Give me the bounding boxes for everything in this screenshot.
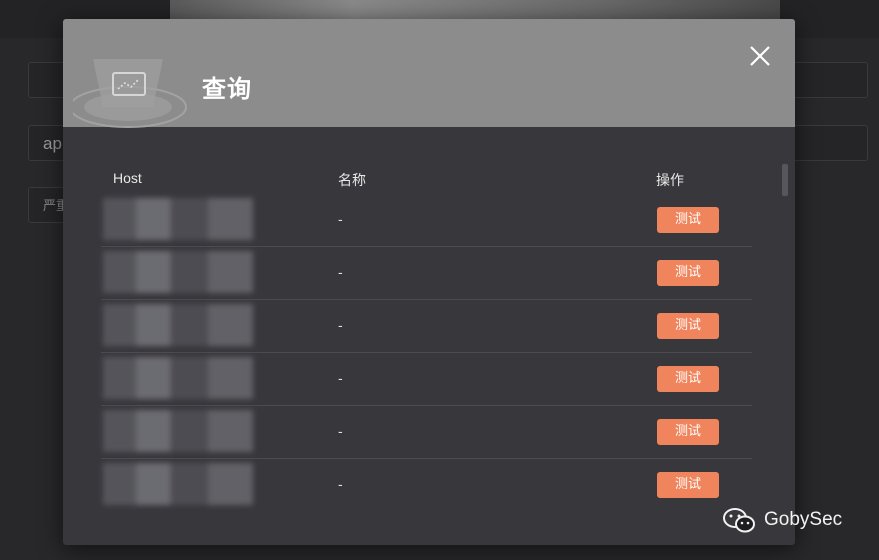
- redacted-mask: [103, 251, 253, 293]
- watermark: GobySec: [722, 505, 842, 535]
- redacted-mask: [103, 357, 253, 399]
- chart-monitor-icon: [73, 59, 187, 128]
- name-cell: -: [338, 264, 343, 280]
- test-button[interactable]: 测试: [657, 260, 719, 286]
- name-cell: -: [338, 317, 343, 333]
- query-modal: 查询 Host 名称 操作 - 测试 - 测试 - 测试 - 测试 - 测试 -…: [63, 19, 795, 545]
- column-header-host: Host: [113, 170, 142, 186]
- watermark-text: GobySec: [764, 509, 843, 530]
- column-header-name: 名称: [338, 172, 366, 188]
- name-cell: -: [338, 211, 343, 227]
- table-row: - 测试: [101, 406, 752, 459]
- background-banner: [170, 0, 780, 20]
- table-row: - 测试: [101, 194, 752, 247]
- redacted-mask: [103, 198, 253, 240]
- name-cell: -: [338, 423, 343, 439]
- results-table: Host 名称 操作 - 测试 - 测试 - 测试 - 测试 - 测试 - 测试: [101, 164, 752, 511]
- redacted-mask: [103, 410, 253, 452]
- test-button[interactable]: 测试: [657, 207, 719, 233]
- name-cell: -: [338, 370, 343, 386]
- redacted-mask: [103, 463, 253, 505]
- test-button[interactable]: 测试: [657, 313, 719, 339]
- wechat-icon: [723, 508, 755, 533]
- test-button[interactable]: 测试: [657, 419, 719, 445]
- close-icon[interactable]: [747, 43, 773, 69]
- column-header-operation: 操作: [656, 172, 684, 188]
- table-header: Host 名称 操作: [101, 164, 752, 194]
- redacted-mask: [103, 304, 253, 346]
- name-cell: -: [338, 476, 343, 492]
- test-button[interactable]: 测试: [657, 472, 719, 498]
- scrollbar-thumb[interactable]: [782, 164, 788, 196]
- modal-title: 查询: [202, 76, 252, 103]
- table-row: - 测试: [101, 353, 752, 406]
- table-row: - 测试: [101, 247, 752, 300]
- modal-header: 查询: [63, 19, 795, 128]
- table-row: - 测试: [101, 300, 752, 353]
- table-row: - 测试: [101, 459, 752, 511]
- test-button[interactable]: 测试: [657, 366, 719, 392]
